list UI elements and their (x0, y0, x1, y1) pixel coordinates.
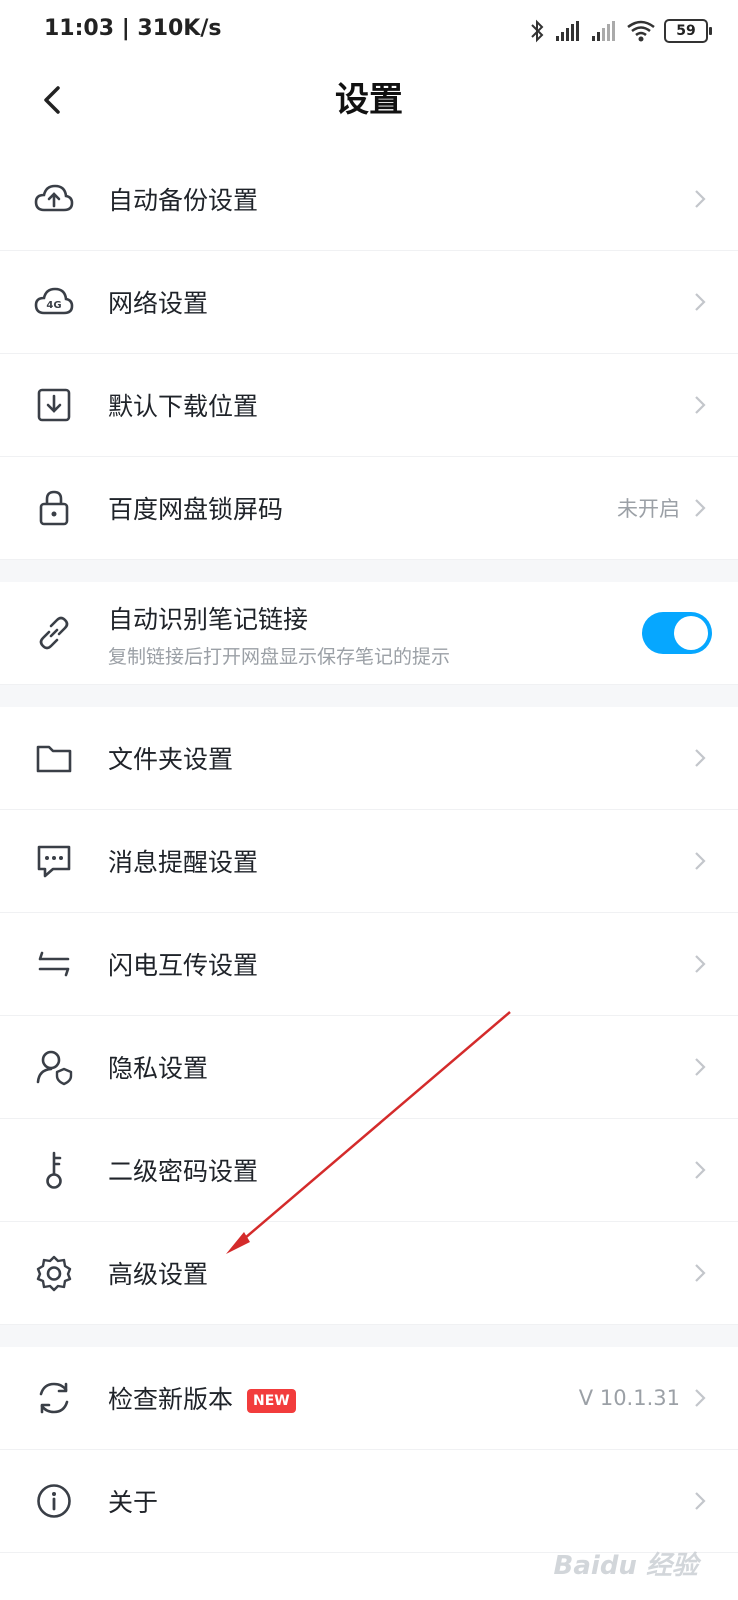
wifi-icon (627, 20, 655, 42)
bluetooth-icon (531, 19, 544, 43)
chevron-right-icon (695, 955, 706, 973)
cloud-upload-icon (34, 179, 74, 219)
settings-list: 自动备份设置 4G 网络设置 默认下载位置 百度网盘锁屏码 未开启 自动识别笔记… (0, 148, 738, 1553)
battery-indicator: 59 (664, 19, 712, 43)
settings-row-check-update[interactable]: 检查新版本 NEW V 10.1.31 (0, 1347, 738, 1450)
row-label: 检查新版本 NEW (108, 1380, 296, 1416)
settings-row-lock-code[interactable]: 百度网盘锁屏码 未开启 (0, 457, 738, 560)
chevron-right-icon (695, 396, 706, 414)
info-icon (34, 1481, 74, 1521)
row-label: 自动备份设置 (108, 186, 259, 215)
row-label: 二级密码设置 (108, 1157, 259, 1186)
chevron-right-icon (695, 749, 706, 767)
row-label: 默认下载位置 (108, 392, 259, 421)
section-gap (0, 685, 738, 707)
message-icon (34, 841, 74, 881)
settings-row-message[interactable]: 消息提醒设置 (0, 810, 738, 913)
link-icon (34, 613, 74, 653)
chevron-right-icon (695, 852, 706, 870)
row-label: 关于 (108, 1488, 159, 1517)
privacy-person-icon (34, 1047, 74, 1087)
lock-code-status: 未开启 (617, 497, 680, 521)
section-gap (0, 560, 738, 582)
refresh-icon (34, 1378, 74, 1418)
settings-row-transfer[interactable]: 闪电互传设置 (0, 913, 738, 1016)
chevron-right-icon (695, 1492, 706, 1510)
signal-icon (556, 21, 579, 41)
download-box-icon (34, 385, 74, 425)
status-time: 11:03 | 310K/s (44, 16, 222, 41)
settings-row-note-link: 自动识别笔记链接 复制链接后打开网盘显示保存笔记的提示 (0, 582, 738, 685)
cloud-4g-text: 4G (46, 300, 61, 311)
chevron-right-icon (695, 1161, 706, 1179)
transfer-arrows-icon (34, 944, 74, 984)
new-badge: NEW (247, 1389, 296, 1413)
settings-row-secondary-password[interactable]: 二级密码设置 (0, 1119, 738, 1222)
chevron-right-icon (695, 499, 706, 517)
row-label: 消息提醒设置 (108, 848, 259, 877)
row-label: 文件夹设置 (108, 745, 234, 774)
row-label: 网络设置 (108, 289, 209, 318)
lock-icon (34, 488, 74, 528)
key-icon (34, 1150, 74, 1190)
settings-row-privacy[interactable]: 隐私设置 (0, 1016, 738, 1119)
settings-row-folder[interactable]: 文件夹设置 (0, 707, 738, 810)
row-label: 自动识别笔记链接 (108, 605, 309, 634)
settings-row-about[interactable]: 关于 (0, 1450, 738, 1553)
gear-icon (34, 1253, 74, 1293)
chevron-right-icon (695, 1264, 706, 1282)
settings-row-advanced[interactable]: 高级设置 (0, 1222, 738, 1325)
version-value: V 10.1.31 (578, 1386, 680, 1410)
chevron-right-icon (695, 293, 706, 311)
page-title: 设置 (335, 80, 403, 120)
row-label: 隐私设置 (108, 1054, 209, 1083)
chevron-right-icon (695, 1058, 706, 1076)
chevron-right-icon (695, 190, 706, 208)
status-icons: 59 (528, 14, 712, 48)
folder-icon (34, 738, 74, 778)
settings-row-network[interactable]: 4G 网络设置 (0, 251, 738, 354)
row-label: 闪电互传设置 (108, 951, 259, 980)
settings-row-download-location[interactable]: 默认下载位置 (0, 354, 738, 457)
row-label: 百度网盘锁屏码 (108, 495, 284, 524)
settings-row-auto-backup[interactable]: 自动备份设置 (0, 148, 738, 251)
cloud-4g-icon: 4G (34, 282, 74, 322)
baidu-watermark: Baidu 经验 (553, 1551, 698, 1581)
nav-bar: 设置 (0, 64, 738, 136)
status-bar: 11:03 | 310K/s 59 (0, 0, 738, 64)
row-label: 高级设置 (108, 1260, 209, 1289)
section-gap (0, 1325, 738, 1347)
signal-icon-secondary (592, 21, 615, 41)
note-link-toggle[interactable] (642, 612, 712, 654)
row-sublabel: 复制链接后打开网盘显示保存笔记的提示 (108, 646, 451, 668)
check-update-label: 检查新版本 (108, 1385, 234, 1414)
chevron-right-icon (695, 1389, 706, 1407)
